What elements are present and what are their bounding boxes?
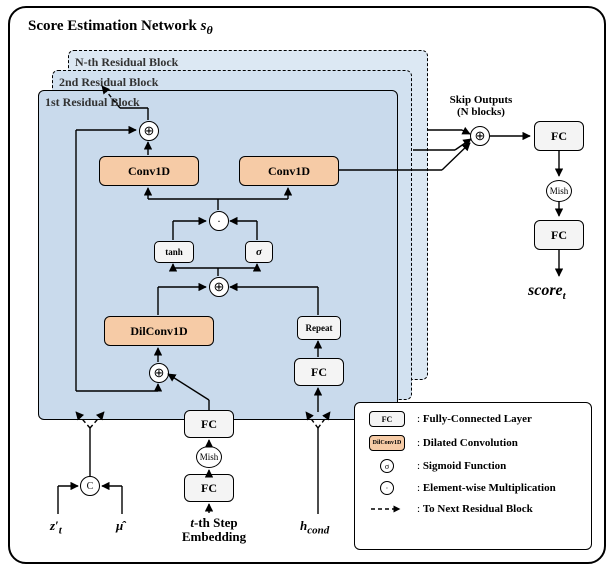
- plus-bottom-icon: ⊕: [149, 363, 169, 383]
- output-sub: t: [563, 290, 566, 302]
- output-main: score: [528, 282, 563, 299]
- skip-line2: (N blocks): [457, 106, 505, 118]
- residual-block-1-label: 1st Residual Block: [45, 95, 140, 110]
- skip-line1: Skip Outputs: [450, 94, 513, 106]
- legend-row-arrow: : To Next Residual Block: [365, 503, 581, 515]
- conv1d-out-label: Conv1D: [128, 164, 170, 179]
- network-frame: Score Estimation Network sθ N-th Residua…: [8, 6, 606, 564]
- input-hcond: hcond: [300, 518, 329, 537]
- legend-dil-icon: DilConv1D: [369, 435, 405, 451]
- tanh: tanh: [154, 241, 194, 263]
- legend-row-sigma: σ : Sigmoid Function: [365, 459, 581, 473]
- legend-arrow-label: To Next Residual Block: [423, 503, 533, 515]
- fc-head-2-label: FC: [551, 228, 567, 243]
- input-step-suffix: -th Step: [194, 515, 238, 530]
- legend-dil-label: Dilated Convolution: [423, 437, 518, 449]
- fc-head-1: FC: [534, 121, 584, 151]
- title-sub: θ: [206, 23, 212, 37]
- legend-mul-icon: ·: [380, 481, 394, 495]
- conv1d-skip-label: Conv1D: [268, 164, 310, 179]
- output-label: scoret: [528, 282, 566, 302]
- legend-row-fc: FC : Fully-Connected Layer: [365, 411, 581, 427]
- legend-sigma-icon: σ: [380, 459, 394, 473]
- plus-skip-icon: ⊕: [470, 126, 490, 146]
- fc-cond: FC: [294, 358, 344, 386]
- input-hcond-sub: cond: [307, 525, 329, 537]
- legend: FC : Fully-Connected Layer DilConv1D : D…: [354, 402, 592, 550]
- fc-step-top-label: FC: [201, 417, 217, 432]
- dilconv1d-label: DilConv1D: [130, 324, 187, 339]
- multiply-icon: ·: [209, 211, 229, 231]
- residual-block-1: 1st Residual Block ⊕ Conv1D Conv1D · tan…: [38, 90, 398, 420]
- conv1d-out: Conv1D: [99, 156, 199, 186]
- residual-block-2-label: 2nd Residual Block: [59, 75, 158, 90]
- legend-mul-label: Element-wise Multiplication: [423, 482, 556, 494]
- repeat-label: Repeat: [306, 323, 333, 333]
- input-mu: μ̂: [116, 518, 123, 534]
- legend-row-dil: DilConv1D : Dilated Convolution: [365, 435, 581, 451]
- skip-outputs-label: Skip Outputs (N blocks): [436, 94, 526, 118]
- tanh-label: tanh: [165, 247, 183, 257]
- residual-block-n-label: N-th Residual Block: [75, 55, 178, 70]
- input-zt-sub: t: [59, 525, 62, 537]
- mish-head-label: Mish: [550, 186, 569, 196]
- mish-step-icon: Mish: [196, 446, 222, 468]
- plus-top-icon: ⊕: [139, 121, 159, 141]
- fc-head-1-label: FC: [551, 129, 567, 144]
- fc-cond-label: FC: [311, 365, 327, 380]
- fc-head-2: FC: [534, 220, 584, 250]
- conv1d-skip: Conv1D: [239, 156, 339, 186]
- legend-row-mul: · : Element-wise Multiplication: [365, 481, 581, 495]
- repeat: Repeat: [297, 316, 341, 340]
- input-step: t-th Step Embedding: [174, 516, 254, 544]
- sigma-label: σ: [256, 246, 262, 258]
- input-zt: z′t: [50, 518, 62, 537]
- legend-fc-label: Fully-Connected Layer: [423, 413, 532, 425]
- diagram-title: Score Estimation Network sθ: [28, 18, 213, 38]
- mish-head-icon: Mish: [546, 180, 572, 202]
- input-zt-main: z′: [50, 518, 59, 533]
- fc-step-top: FC: [184, 410, 234, 438]
- dilconv1d: DilConv1D: [104, 316, 214, 346]
- title-text: Score Estimation Network: [28, 18, 201, 34]
- input-step-emb: Embedding: [182, 529, 246, 544]
- mish-step-label: Mish: [200, 452, 219, 462]
- plus-mid-icon: ⊕: [209, 277, 229, 297]
- sigma: σ: [245, 241, 273, 263]
- input-mu-sym: μ̂: [116, 518, 123, 533]
- fc-step-bottom: FC: [184, 474, 234, 502]
- legend-sigma-label: Sigmoid Function: [423, 460, 506, 472]
- fc-step-bottom-label: FC: [201, 481, 217, 496]
- concat-icon: C: [80, 476, 100, 496]
- legend-fc-icon: FC: [369, 411, 405, 427]
